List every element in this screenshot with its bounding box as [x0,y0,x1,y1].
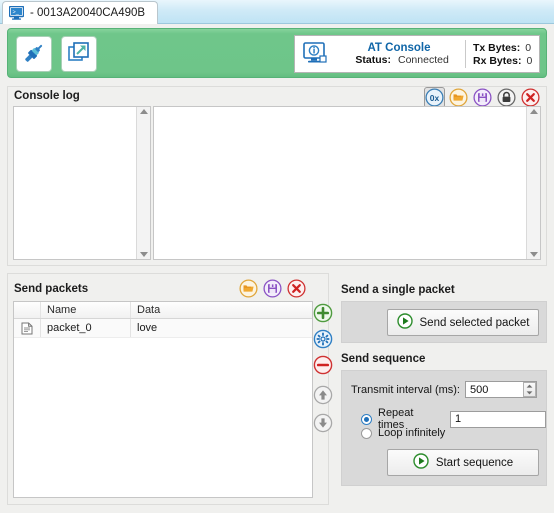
stepper-down-icon[interactable] [524,390,535,397]
packet-file-icon [14,319,41,337]
info-monitor-icon [303,42,329,66]
tx-bytes-value: 0 [525,41,532,54]
open-packets-icon[interactable] [238,278,259,299]
status-right: Tx Bytes: 0 Rx Bytes: 0 [473,41,532,68]
start-sequence-label: Start sequence [435,456,514,469]
send-sequence-panel: Transmit interval (ms): Repeat times [341,370,547,486]
repeat-times-input[interactable] [450,410,546,428]
tx-bytes-label: Tx Bytes: [473,41,521,54]
status-left: AT Console Status: Connected [335,42,463,66]
scroll-up-icon[interactable] [529,109,538,114]
packet-data: love [137,322,158,334]
tab-at-console[interactable]: >_ - 0013A20040CA490B [2,1,159,24]
tab-bar: >_ - 0013A20040CA490B [0,0,554,24]
play-icon [396,313,413,332]
console-log-left-pane[interactable] [13,106,151,260]
console-log-title: Console log [14,90,80,102]
move-down-button[interactable] [313,413,333,433]
table-row[interactable]: packet_0 love [14,319,312,338]
send-sequence-title: Send sequence [341,353,426,365]
start-sequence-button[interactable]: Start sequence [387,449,539,476]
loop-infinitely-row: Loop infinitely [361,427,445,439]
scroll-down-icon[interactable] [139,252,148,257]
plug-connector-icon [21,40,47,69]
status-label: Status: [355,54,391,66]
connection-toolbar: AT Console Status: Connected Tx Bytes: 0… [7,28,547,78]
play-icon [413,453,429,472]
packet-reorder-buttons [313,385,333,441]
status-divider [465,40,466,68]
single-packet-panel: Send selected packet [341,301,547,343]
status-value: Connected [398,54,449,66]
save-packets-icon[interactable] [262,278,283,299]
packets-table-header: Name Data [14,302,312,319]
at-console-window: >_ - 0013A20040CA490B AT Console Status:… [0,0,554,513]
packet-actions [313,303,335,381]
column-name: Name [41,302,131,318]
loop-infinitely-label: Loop infinitely [378,427,446,439]
window-popout-icon [66,40,92,69]
add-packet-button[interactable] [313,303,333,323]
loop-infinitely-radio[interactable] [361,427,372,439]
transmit-interval-row: Transmit interval (ms): [351,381,537,398]
lock-scroll-icon[interactable] [496,87,517,108]
single-packet-title: Send a single packet [341,284,455,296]
console-title: AT Console [367,42,431,54]
console-log-right-scrollbar[interactable] [526,107,540,259]
scroll-down-icon[interactable] [529,252,538,257]
rx-bytes-label: Rx Bytes: [473,54,522,67]
transmit-interval-stepper[interactable] [523,382,536,397]
console-log-toolbar: 0x [424,87,541,108]
send-selected-packet-button[interactable]: Send selected packet [387,309,539,336]
repeat-times-radio[interactable] [361,413,372,425]
delete-packets-icon[interactable] [286,278,307,299]
send-packets-toolbar [238,278,307,299]
rx-bytes-value: 0 [526,54,533,67]
svg-text:0x: 0x [430,93,440,103]
disconnect-button[interactable] [16,36,52,72]
clear-log-icon[interactable] [520,87,541,108]
move-up-button[interactable] [313,385,333,405]
console-monitor-icon: >_ [8,5,25,20]
send-selected-packet-label: Send selected packet [419,316,530,329]
column-data: Data [137,304,161,316]
packets-table[interactable]: Name Data packet_0 love [13,301,313,498]
remove-packet-button[interactable] [313,355,333,375]
status-panel: AT Console Status: Connected Tx Bytes: 0… [294,35,540,73]
packet-name: packet_0 [41,319,131,337]
console-log-right-pane[interactable] [153,106,541,260]
scroll-up-icon[interactable] [139,109,148,114]
svg-text:>_: >_ [13,10,20,16]
console-log-left-scrollbar[interactable] [136,107,150,259]
save-log-icon[interactable] [472,87,493,108]
send-packets-title: Send packets [14,283,89,295]
console-log-right-text[interactable] [154,107,526,259]
detach-window-button[interactable] [61,36,97,72]
transmit-interval-label: Transmit interval (ms): [351,383,460,396]
console-log-left-text[interactable] [14,107,136,259]
open-log-icon[interactable] [448,87,469,108]
hex-view-toggle[interactable]: 0x [424,87,445,108]
column-icon [14,302,41,318]
edit-packet-button[interactable] [313,329,333,349]
tab-label: - 0013A20040CA490B [30,7,146,19]
